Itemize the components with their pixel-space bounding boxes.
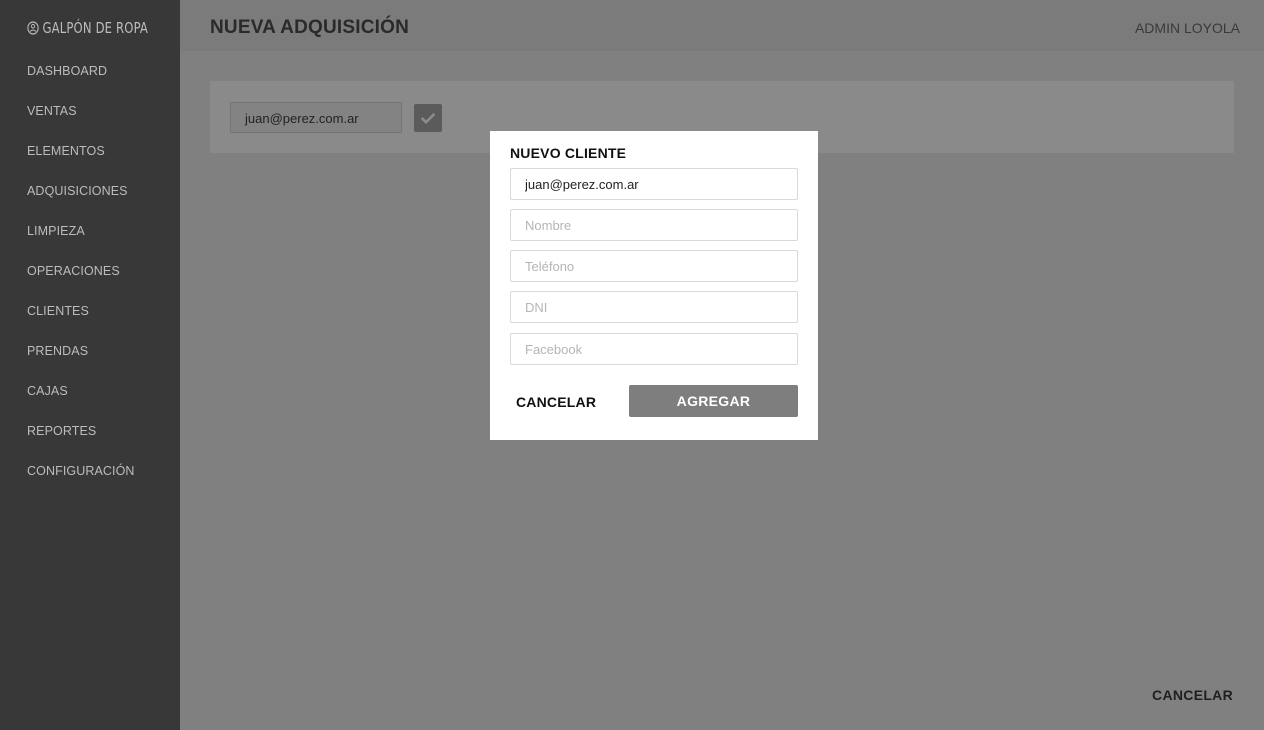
name-field[interactable]: [510, 209, 798, 241]
facebook-field[interactable]: [510, 333, 798, 365]
cancel-acquisition-button[interactable]: CANCELAR: [1152, 687, 1233, 703]
sidebar-item-prendas[interactable]: PRENDAS: [27, 344, 88, 362]
sidebar-item-operaciones[interactable]: OPERACIONES: [27, 264, 120, 282]
sidebar: GALPÓN DE ROPA DASHBOARD VENTAS ELEMENTO…: [0, 0, 180, 730]
sidebar-item-ventas[interactable]: VENTAS: [27, 104, 77, 122]
sidebar-item-elementos[interactable]: ELEMENTOS: [27, 144, 105, 162]
brand-name: GALPÓN DE ROPA: [42, 19, 149, 37]
top-header: NUEVA ADQUISICIÓN ADMIN LOYOLA: [180, 0, 1264, 51]
check-icon: [421, 112, 435, 124]
dni-field[interactable]: [510, 291, 798, 323]
email-field[interactable]: [510, 168, 798, 200]
sidebar-item-configuracion[interactable]: CONFIGURACIÓN: [27, 464, 135, 482]
circle-logo-icon: [27, 21, 39, 35]
sidebar-item-cajas[interactable]: CAJAS: [27, 384, 68, 402]
dialog-title: NUEVO CLIENTE: [510, 145, 627, 161]
add-client-button[interactable]: AGREGAR: [629, 385, 798, 417]
sidebar-item-dashboard[interactable]: DASHBOARD: [27, 64, 107, 82]
user-menu[interactable]: ADMIN LOYOLA: [1135, 20, 1240, 36]
sidebar-item-adquisiciones[interactable]: ADQUISICIONES: [27, 184, 128, 202]
page-title: NUEVA ADQUISICIÓN: [210, 17, 410, 38]
sidebar-item-clientes[interactable]: CLIENTES: [27, 304, 89, 322]
confirm-client-button[interactable]: [414, 104, 442, 132]
app-root: GALPÓN DE ROPA DASHBOARD VENTAS ELEMENTO…: [0, 0, 1264, 730]
sidebar-item-reportes[interactable]: REPORTES: [27, 424, 96, 442]
dialog-cancel-button[interactable]: CANCELAR: [516, 394, 596, 410]
sidebar-item-limpieza[interactable]: LIMPIEZA: [27, 224, 85, 242]
new-client-dialog: NUEVO CLIENTE CANCELAR AGREGAR: [490, 131, 818, 440]
phone-field[interactable]: [510, 250, 798, 282]
brand-logo[interactable]: GALPÓN DE ROPA: [27, 18, 148, 38]
client-email-input[interactable]: juan@perez.com.ar: [230, 102, 402, 133]
